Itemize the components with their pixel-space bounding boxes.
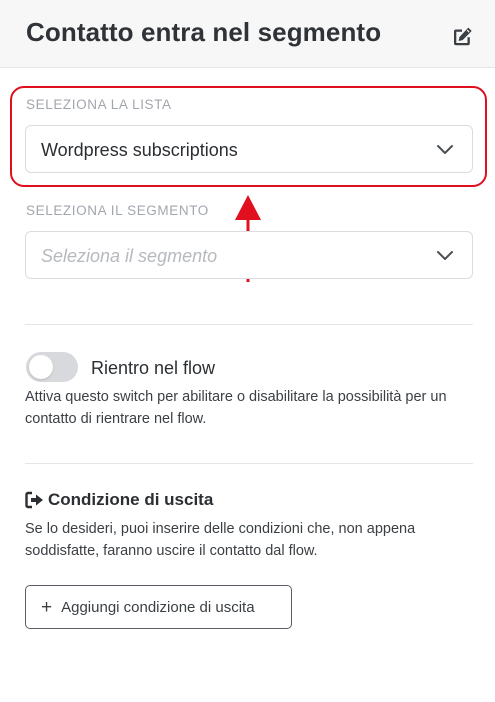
add-exit-condition-label: Aggiungi condizione di uscita — [61, 598, 255, 616]
reentry-help-text: Attiva questo switch per abilitare o dis… — [25, 389, 447, 427]
segment-field-label: SELEZIONA IL SEGMENTO — [26, 203, 209, 218]
list-field-label: SELEZIONA LA LISTA — [26, 97, 172, 112]
edit-button[interactable] — [448, 23, 476, 51]
panel-title: Contatto entra nel segmento — [26, 17, 382, 47]
exit-condition-title: Condizione di uscita — [48, 490, 214, 509]
edit-icon — [454, 27, 472, 46]
reentry-toggle-label: Rientro nel flow — [91, 358, 216, 378]
sign-out-icon — [25, 491, 43, 509]
exit-condition-help-text: Se lo desideri, puoi inserire delle cond… — [25, 521, 416, 559]
list-select-value: Wordpress subscriptions — [41, 140, 238, 160]
segment-select[interactable]: Seleziona il segmento — [25, 231, 473, 279]
exit-condition-heading: Condizione di uscita — [25, 490, 213, 510]
section-divider — [25, 463, 473, 464]
toggle-knob — [29, 355, 53, 379]
add-exit-condition-button[interactable]: + Aggiungi condizione di uscita — [25, 585, 292, 629]
segment-select-placeholder: Seleziona il segmento — [41, 246, 218, 266]
panel-header: Contatto entra nel segmento — [0, 0, 495, 68]
chevron-down-icon — [437, 251, 453, 260]
section-divider — [25, 324, 473, 325]
list-select[interactable]: Wordpress subscriptions — [25, 125, 473, 173]
reentry-toggle[interactable] — [26, 352, 78, 382]
chevron-down-icon — [437, 145, 453, 154]
plus-icon: + — [41, 596, 53, 618]
